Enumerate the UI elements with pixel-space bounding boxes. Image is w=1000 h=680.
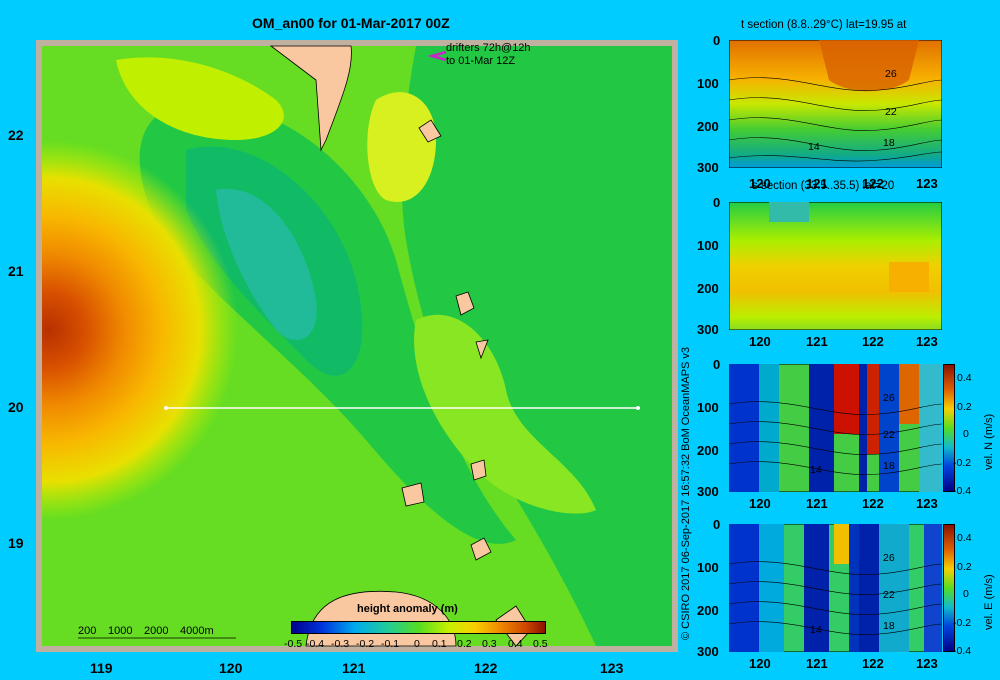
colorbar-tick: 0.3: [482, 638, 497, 650]
depth-tick: 100: [697, 238, 719, 253]
panel-lon-tick: 123: [916, 496, 938, 511]
drifters-time-label: to 01-Mar 12Z: [446, 55, 516, 67]
depth-tick: 0: [713, 517, 721, 532]
warm-eddy: [42, 46, 342, 646]
panel-lon-tick: 122: [862, 334, 884, 349]
depth-tick: 300: [697, 644, 719, 659]
depth-tick: 300: [697, 484, 719, 499]
velocity-north-section-plot: [729, 364, 942, 492]
depth-legend-1000: 1000: [108, 625, 133, 637]
colorbar-tick: -0.1: [381, 638, 400, 650]
vel-n-tick: -0.2: [953, 457, 972, 469]
depth-legend-4000: 4000m: [180, 625, 214, 637]
depth-tick: 100: [697, 76, 719, 91]
colorbar-tick: 0.5: [533, 638, 548, 650]
depth-tick: 0: [713, 33, 721, 48]
panel-lon-tick: 121: [806, 656, 828, 671]
vel-n-tick: 0.4: [957, 372, 972, 384]
panel-lon-tick: 123: [916, 656, 938, 671]
depth-tick: 200: [697, 603, 719, 618]
salinity-section-plot: [729, 202, 942, 330]
vel-e-tick: -0.2: [953, 617, 972, 629]
depth-tick: 100: [697, 400, 719, 415]
vel-e-label: vel. E (m/s): [983, 574, 995, 630]
contour-label: 14: [810, 464, 822, 476]
height-anomaly-colorbar: [291, 621, 546, 634]
colorbar-tick: 0.1: [432, 638, 447, 650]
contour-label: 26: [885, 68, 897, 80]
temperature-section-title: t section (8.8..29°C) lat=19.95 at: [741, 19, 907, 31]
depth-tick: 100: [697, 560, 719, 575]
contour-label: 22: [885, 106, 897, 118]
height-anomaly-map: [36, 40, 678, 652]
panel-lon-tick: 122: [862, 496, 884, 511]
drifters-label: drifters 72h@12h: [446, 42, 531, 54]
lon-tick: 121: [342, 660, 366, 676]
contour-label: 14: [810, 624, 822, 636]
section-end-marker: [636, 406, 640, 410]
lat-tick: 22: [8, 127, 24, 143]
contour-label: 18: [883, 620, 895, 632]
vel-n-tick: 0: [963, 428, 969, 440]
panel-lon-tick: 123: [916, 176, 938, 191]
depth-legend-2000: 2000: [144, 625, 169, 637]
vel-e-tick: 0.4: [957, 532, 972, 544]
vel-e-tick: 0: [963, 588, 969, 600]
panel-lon-tick: 121: [806, 334, 828, 349]
vel-n-tick: -0.4: [953, 485, 972, 497]
colorbar-tick: -0.2: [356, 638, 375, 650]
contour-label: 26: [883, 392, 895, 404]
lon-tick: 119: [90, 660, 113, 676]
lat-tick: 20: [8, 399, 24, 415]
colorbar-tick: -0.4: [306, 638, 325, 650]
depth-tick: 0: [713, 195, 721, 210]
lat-tick: 19: [8, 535, 24, 551]
section-start-marker: [164, 406, 168, 410]
lon-tick: 123: [600, 660, 624, 676]
depth-tick: 300: [697, 322, 719, 337]
contour-label: 26: [883, 552, 895, 564]
vel-n-tick: 0.2: [957, 401, 972, 413]
panel-lon-tick: 121: [806, 176, 828, 191]
land-island: [470, 459, 487, 481]
contour-label: 22: [883, 589, 895, 601]
panel-lon-tick: 121: [806, 496, 828, 511]
panel-lon-tick: 120: [749, 656, 771, 671]
lon-tick: 122: [474, 660, 498, 676]
contour-label: 14: [808, 141, 820, 153]
depth-tick: 200: [697, 443, 719, 458]
temperature-section-plot: [729, 40, 942, 168]
colorbar-title: height anomaly (m): [357, 603, 458, 615]
contour-label: 22: [883, 429, 895, 441]
panel-lon-tick: 120: [749, 334, 771, 349]
vel-n-label: vel. N (m/s): [983, 413, 995, 470]
panel-lon-tick: 123: [916, 334, 938, 349]
colorbar-tick: 0: [414, 638, 420, 650]
depth-tick: 0: [713, 357, 721, 372]
contour-label: 18: [883, 137, 895, 149]
colorbar-tick: -0.5: [284, 638, 303, 650]
panel-lon-tick: 120: [749, 176, 771, 191]
contour-label: 18: [883, 460, 895, 472]
colorbar-tick: 0.4: [508, 638, 523, 650]
vel-e-tick: -0.4: [953, 645, 972, 657]
panel-lon-tick: 120: [749, 496, 771, 511]
panel-lon-tick: 122: [862, 656, 884, 671]
velocity-north-colorbar: [943, 364, 955, 492]
lon-tick: 120: [219, 660, 243, 676]
panel-lon-tick: 122: [862, 176, 884, 191]
velocity-east-section-plot: [729, 524, 942, 652]
depth-tick: 200: [697, 119, 719, 134]
depth-tick: 300: [697, 160, 719, 175]
colorbar-tick: 0.2: [457, 638, 472, 650]
depth-legend-200: 200: [78, 625, 97, 637]
map-title: OM_an00 for 01-Mar-2017 00Z: [252, 15, 450, 31]
vel-e-tick: 0.2: [957, 561, 972, 573]
credit-text: © CSIRO 2017 06-Sep-2017 16:57:32 BoM Oc…: [680, 346, 692, 640]
lat-tick: 21: [8, 263, 24, 279]
velocity-east-colorbar: [943, 524, 955, 652]
colorbar-tick: -0.3: [331, 638, 350, 650]
depth-tick: 200: [697, 281, 719, 296]
